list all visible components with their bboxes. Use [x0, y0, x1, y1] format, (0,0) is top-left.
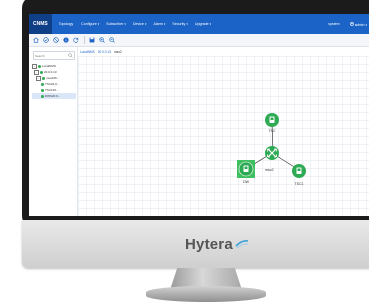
node-tsc-top[interactable]: TSC	[265, 113, 279, 133]
sidebar: − LocalNMS − 20.0.0.13 − mso226... TSC26…	[29, 47, 78, 216]
search-input[interactable]	[35, 52, 65, 59]
node-switch[interactable]: mso2	[265, 146, 279, 172]
node-status-icon	[41, 94, 44, 98]
device-glyph	[297, 168, 301, 171]
check-circle-icon[interactable]	[43, 37, 49, 43]
top-nav-bar: CNMS Topology Configure▾ Subscriber▾ Dev…	[29, 14, 369, 34]
node-label: mso2	[265, 168, 274, 172]
node-label: TSC	[269, 129, 276, 133]
nav-subscriber[interactable]: Subscriber▾	[106, 22, 126, 26]
tree-toggle[interactable]: −	[34, 69, 39, 75]
tree-item-selected[interactable]: DWS20.0...	[32, 93, 76, 99]
block-icon[interactable]	[53, 37, 59, 43]
nav-upgrade[interactable]: Upgrade▾	[195, 22, 211, 26]
save-icon[interactable]	[89, 37, 95, 43]
search-icon[interactable]	[68, 53, 73, 58]
nav-security[interactable]: Security▾	[172, 22, 188, 26]
app-logo[interactable]: CNMS	[29, 14, 52, 34]
screen: CNMS Topology Configure▾ Subscriber▾ Dev…	[29, 14, 369, 216]
home-icon[interactable]	[33, 37, 39, 43]
monitor-stand-base	[146, 286, 266, 302]
toolbar-divider	[84, 36, 85, 44]
node-status-icon	[40, 70, 43, 74]
info-icon[interactable]	[63, 37, 69, 43]
zoom-in-icon[interactable]	[99, 37, 105, 43]
node-tsc1[interactable]: TSC1	[292, 164, 306, 186]
topology-canvas[interactable]: TSC mso2 DW TSC1	[78, 56, 369, 216]
topology-graph: TSC mso2 DW TSC1	[237, 113, 306, 186]
brand-swoosh-icon	[235, 240, 249, 249]
nav-topology[interactable]: Topology	[59, 22, 74, 26]
nav-system[interactable]: system	[328, 22, 339, 26]
breadcrumb-item[interactable]: 20.0.0.13	[98, 50, 111, 54]
refresh-icon[interactable]	[73, 37, 79, 43]
nav-right: system admin▾	[320, 21, 369, 27]
node-label: DW	[243, 180, 250, 184]
nav-device[interactable]: Device▾	[133, 22, 147, 26]
tree-toggle[interactable]: −	[36, 75, 41, 81]
tree-toggle[interactable]: −	[32, 63, 37, 69]
nav-alarm[interactable]: Alarm▾	[153, 22, 165, 26]
toolbar	[29, 34, 369, 47]
nav-configure[interactable]: Configure▾	[81, 22, 99, 26]
device-glyph	[270, 117, 274, 120]
sidebar-search	[33, 51, 75, 60]
node-status-icon	[42, 76, 45, 80]
node-status-icon	[38, 64, 41, 68]
breadcrumb: LocalNMS 20.0.0.13 mso2	[80, 49, 122, 55]
device-tree: − LocalNMS − 20.0.0.13 − mso226... TSC26…	[32, 63, 76, 99]
node-label: TSC1	[295, 182, 304, 186]
device-glyph	[244, 166, 248, 169]
user-menu[interactable]: admin▾	[349, 21, 367, 27]
node-status-icon	[41, 88, 44, 92]
breadcrumb-item[interactable]: LocalNMS	[80, 50, 95, 54]
breadcrumb-current: mso2	[114, 50, 122, 54]
brand-logo: Hytera	[185, 234, 249, 254]
user-icon	[349, 21, 354, 26]
zoom-out-icon[interactable]	[109, 37, 115, 43]
node-status-icon	[41, 82, 44, 86]
brand-text: Hytera	[185, 235, 233, 253]
node-dws-selected[interactable]: DW	[237, 160, 255, 184]
